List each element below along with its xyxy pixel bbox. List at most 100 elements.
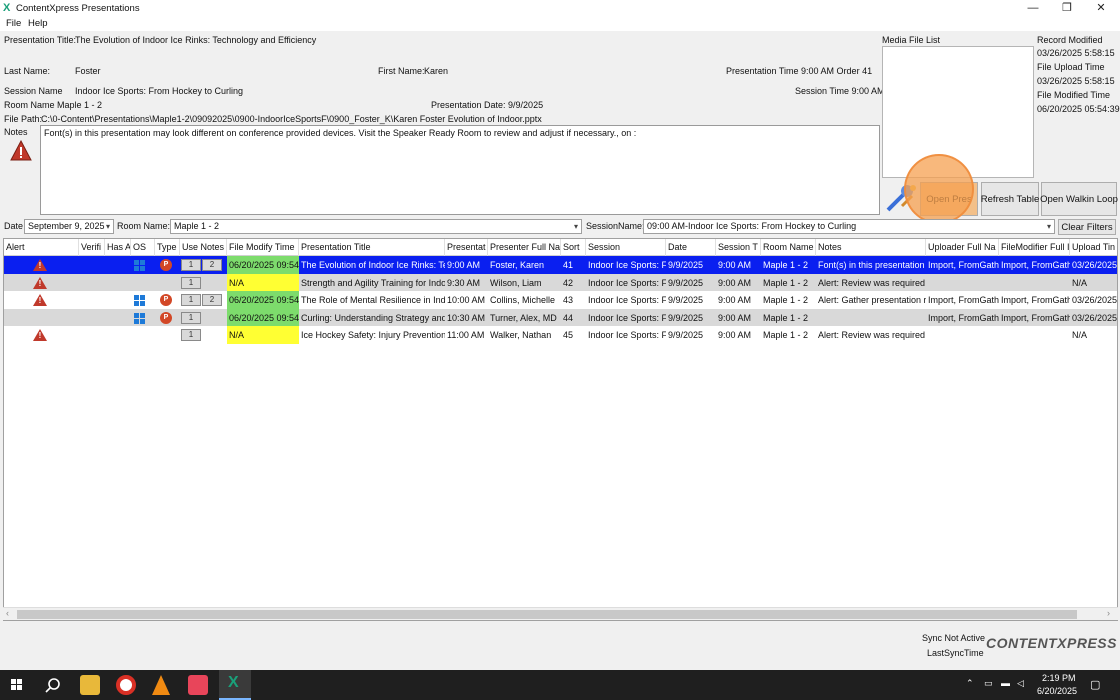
table-row[interactable]: ! 1 N/A Ice Hockey Safety: Injury Preventio… [4, 326, 1117, 344]
row-session: Indoor Ice Sports: Fr [588, 295, 666, 305]
clear-filters-button[interactable]: Clear Filters [1058, 219, 1116, 235]
battery-icon[interactable]: ▬ [1001, 678, 1010, 688]
session-name-value: Indoor Ice Sports: From Hockey to Curlin… [75, 86, 244, 96]
row-session-time: 9:00 AM [718, 312, 752, 323]
use-notes-counter[interactable]: 1 [181, 276, 201, 289]
windows-start-icon[interactable] [11, 679, 23, 691]
network-icon[interactable]: ▭ [984, 678, 993, 689]
row-session-time: 9:00 AM [718, 277, 752, 288]
file-path-label: File Path: [4, 114, 43, 124]
use-notes-counter[interactable]: 1 [181, 294, 201, 306]
vlc-icon[interactable] [152, 675, 170, 695]
search-icon[interactable] [45, 677, 61, 696]
scroll-right-icon[interactable]: › [1107, 608, 1110, 618]
scroll-left-icon[interactable]: ‹ [6, 608, 9, 618]
last-name-label: Last Name: [4, 66, 51, 76]
col-uploader[interactable]: Uploader Full Na [926, 239, 999, 256]
windows-os-icon [134, 312, 145, 324]
scrollbar-thumb[interactable] [17, 610, 1077, 619]
col-upload-time[interactable]: Upload Tin [1070, 239, 1117, 256]
chrome-icon[interactable] [116, 675, 136, 695]
row-room-name: Maple 1 - 2 [763, 295, 809, 305]
row-presenter: Foster, Karen [490, 260, 545, 270]
session-name-label: Session Name [4, 86, 63, 96]
notes-textbox[interactable]: Font(s) in this presentation may look di… [40, 125, 880, 215]
row-room-name: Maple 1 - 2 [763, 260, 809, 270]
col-sort[interactable]: Sort [561, 239, 586, 256]
row-presentation-time: 9:00 AM [447, 260, 481, 270]
row-notes: Font(s) in this presentation [818, 260, 925, 270]
row-presentation-time: 11:00 AM [447, 330, 485, 340]
col-has-a[interactable]: Has A [105, 239, 131, 256]
record-modified-label: Record Modified [1037, 35, 1103, 45]
row-file-modify-time: 06/20/2025 09:54 [227, 291, 299, 309]
menu-help[interactable]: Help [28, 18, 48, 29]
col-type[interactable]: Type [155, 239, 180, 256]
row-date: 9/9/2025 [668, 277, 704, 288]
col-notes[interactable]: Notes [816, 239, 926, 256]
row-file-modifier [999, 274, 1070, 292]
row-session: Indoor Ice Sports: Fr [588, 277, 666, 288]
col-session[interactable]: Session [586, 239, 666, 256]
open-walkin-loop-button[interactable]: Open Walkin Loop [1040, 182, 1118, 216]
tools-icon[interactable] [884, 182, 918, 214]
row-upload-time: N/A [1072, 330, 1088, 340]
session-select[interactable]: 09:00 AM-Indoor Ice Sports: From Hockey … [643, 219, 1055, 234]
table-row[interactable]: P 1 06/20/2025 09:54 Curling: Understanding… [4, 308, 1117, 327]
row-presentation-title: Strength and Agility Training for Indo [301, 277, 445, 288]
table-row[interactable]: ! P 1 2 06/20/2025 09:54 The Role of Mental R… [4, 291, 1117, 309]
minimize-button[interactable]: — [1016, 0, 1050, 17]
file-explorer-icon[interactable] [80, 675, 100, 695]
row-sort: 43 [563, 295, 574, 305]
window-title: ContentXpress Presentations [16, 3, 140, 14]
refresh-table-button[interactable]: Refresh Table [981, 182, 1039, 216]
row-presenter: Turner, Alex, MD [490, 312, 557, 323]
col-file-modify-time[interactable]: File Modify Time [227, 239, 299, 256]
notifications-icon[interactable]: ▢ [1090, 678, 1100, 691]
file-modified-time-value: 06/20/2025 05:54:39 [1037, 104, 1120, 114]
row-presentation-title: The Role of Mental Resilience in Indo [301, 295, 445, 305]
col-verified[interactable]: Verifi [79, 239, 105, 256]
restore-button[interactable]: ❐ [1050, 0, 1084, 17]
title-bar: X ContentXpress Presentations — ❐ ✕ [0, 0, 1120, 17]
col-presentation-time[interactable]: Presentat [445, 239, 488, 256]
use-notes-counter[interactable]: 1 [181, 259, 201, 271]
col-session-time[interactable]: Session T [716, 239, 761, 256]
table-row[interactable]: ! 1 N/A Strength and Agility Training for I… [4, 273, 1117, 292]
col-use-notes[interactable]: Use Notes [180, 239, 227, 256]
file-upload-time-label: File Upload Time [1037, 62, 1105, 72]
use-notes-counter[interactable]: 1 [181, 329, 201, 341]
warning-triangle-icon [10, 139, 32, 162]
use-notes-counter[interactable]: 1 [181, 311, 201, 324]
taskbar-time[interactable]: 2:19 PM [1042, 673, 1076, 683]
col-room-name[interactable]: Room Name [761, 239, 816, 256]
use-notes-counter[interactable]: 2 [202, 259, 222, 271]
room-select[interactable]: Maple 1 - 2 ▾ [170, 219, 582, 234]
col-presenter[interactable]: Presenter Full Na [488, 239, 561, 256]
open-pres-button[interactable]: Open Pres [920, 182, 978, 216]
media-file-list[interactable] [882, 46, 1034, 178]
col-alert[interactable]: Alert [4, 239, 79, 256]
row-sort: 45 [563, 330, 574, 340]
presentations-table[interactable]: Alert Verifi Has A OS Type Use Notes Fil… [3, 238, 1118, 621]
use-notes-counter[interactable]: 2 [202, 294, 222, 306]
menu-bar: File Help [0, 17, 1120, 31]
date-picker[interactable]: September 9, 2025 ▾ [24, 219, 114, 234]
col-date[interactable]: Date [666, 239, 716, 256]
contentxpress-taskbar-button[interactable]: X [219, 670, 251, 700]
app-icon-red[interactable] [188, 675, 208, 695]
table-row[interactable]: ! P 1 2 06/20/2025 09:54 The Evolution of Ind… [4, 256, 1117, 274]
chevron-down-icon: ▾ [1046, 222, 1051, 231]
close-button[interactable]: ✕ [1084, 0, 1118, 17]
row-file-modify-time: 06/20/2025 09:54 [227, 256, 299, 274]
taskbar-date[interactable]: 6/20/2025 [1037, 686, 1077, 696]
horizontal-scrollbar[interactable]: ‹ › [3, 607, 1118, 620]
tray-chevron-icon[interactable]: ⌃ [966, 678, 974, 689]
record-modified-value: 03/26/2025 5:58:15 [1037, 48, 1115, 58]
menu-file[interactable]: File [6, 18, 21, 29]
col-os[interactable]: OS [131, 239, 155, 256]
col-presentation-title[interactable]: Presentation Title [299, 239, 445, 256]
col-file-modifier[interactable]: FileModifier Full I [999, 239, 1070, 256]
table-header: Alert Verifi Has A OS Type Use Notes Fil… [4, 239, 1117, 256]
volume-icon[interactable]: ◁ [1017, 678, 1024, 689]
